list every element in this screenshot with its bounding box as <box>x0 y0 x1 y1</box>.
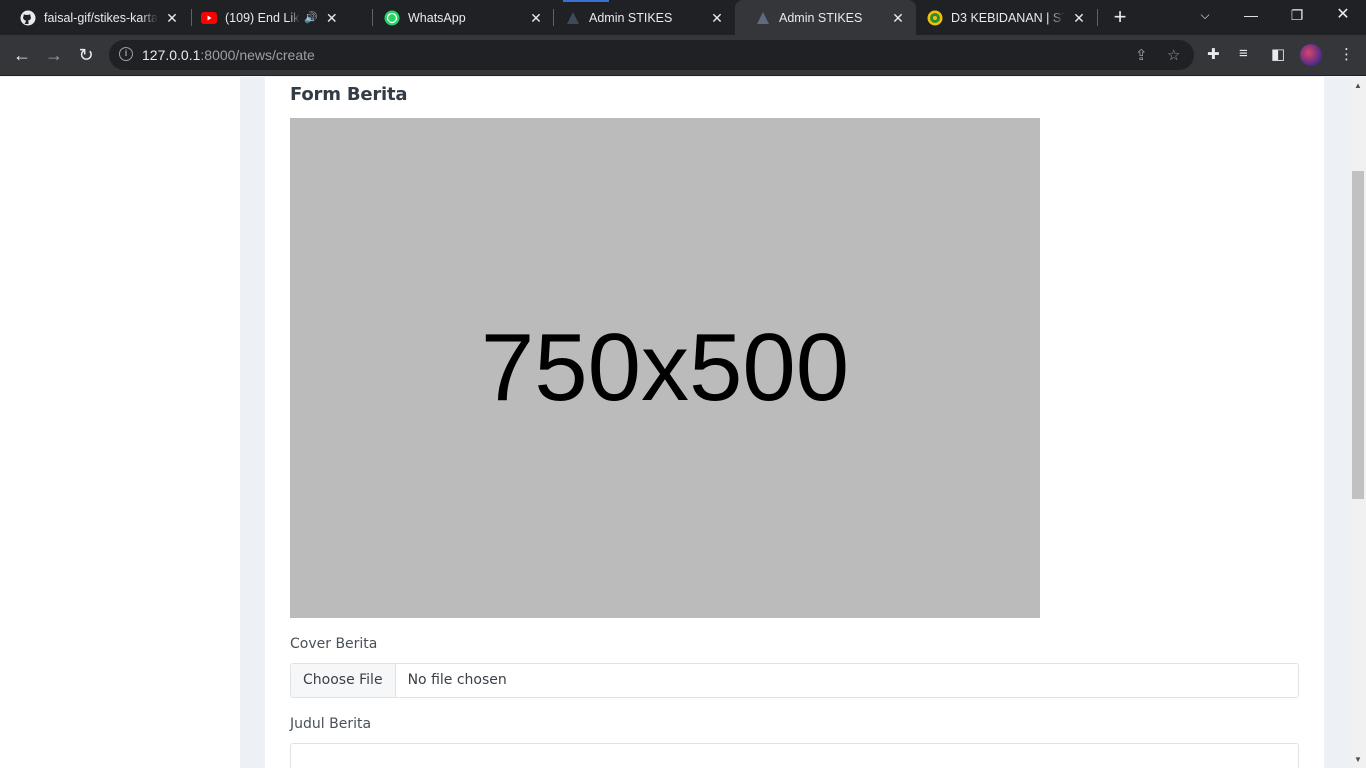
file-status-text: No file chosen <box>407 672 507 688</box>
tab-d3-kebidanan[interactable]: D3 KEBIDANAN | STIKES ✕ <box>907 0 1097 35</box>
judul-input[interactable] <box>290 743 1299 768</box>
tab-title: faisal-gif/stikes-kartas <box>44 10 158 25</box>
close-icon[interactable]: ✕ <box>324 10 340 26</box>
browser-toolbar: ← → ↻ i 127.0.0.1:8000/news/create ⇪ ☆ ✚… <box>0 35 1366 76</box>
stikes-logo-icon <box>927 10 943 26</box>
bookmark-star-icon[interactable]: ☆ <box>1167 46 1180 64</box>
extensions-puzzle-icon[interactable]: ✚ <box>1207 45 1220 63</box>
cover-image-preview: 750x500 <box>290 118 1040 618</box>
stikes-icon <box>565 10 581 26</box>
address-bar[interactable]: i 127.0.0.1:8000/news/create ⇪ ☆ <box>109 40 1194 70</box>
menu-dots-icon[interactable]: ⋮ <box>1339 45 1354 63</box>
side-panel-icon[interactable]: ◧ <box>1271 45 1285 63</box>
tab-whatsapp[interactable]: WhatsApp ✕ <box>364 0 554 35</box>
speaker-icon[interactable]: 🔊 <box>304 11 318 24</box>
close-icon[interactable]: ✕ <box>1071 10 1087 26</box>
tab-title: WhatsApp <box>408 10 466 25</box>
site-info-icon[interactable]: i <box>119 47 133 61</box>
tab-github[interactable]: faisal-gif/stikes-kartas ✕ <box>0 0 190 35</box>
tab-title: (109) End Like This <box>225 10 300 25</box>
close-icon[interactable]: ✕ <box>709 10 725 26</box>
new-tab-button[interactable]: + <box>1108 5 1132 29</box>
url-path: :8000/news/create <box>200 47 315 63</box>
tab-admin-stikes-active[interactable]: Admin STIKES ✕ <box>735 0 916 35</box>
restore-button[interactable]: ❐ <box>1274 0 1320 30</box>
url-text[interactable]: 127.0.0.1:8000/news/create <box>142 47 315 63</box>
media-control-icon[interactable]: ≡ <box>1239 45 1248 62</box>
scroll-down-arrow-icon[interactable]: ▼ <box>1350 755 1366 764</box>
share-icon[interactable]: ⇪ <box>1135 46 1148 64</box>
profile-avatar[interactable] <box>1300 44 1322 66</box>
tab-separator <box>1097 9 1098 26</box>
whatsapp-icon <box>384 10 400 26</box>
tab-youtube[interactable]: (109) End Like This 🔊 ✕ <box>181 0 371 35</box>
sidebar <box>0 77 240 768</box>
judul-label: Judul Berita <box>290 716 372 732</box>
close-icon[interactable]: ✕ <box>164 10 180 26</box>
close-icon[interactable]: ✕ <box>528 10 544 26</box>
image-placeholder-text: 750x500 <box>480 314 850 421</box>
tab-strip: faisal-gif/stikes-kartas ✕ (109) End Lik… <box>0 0 1366 35</box>
github-icon <box>20 10 36 26</box>
tab-title: Admin STIKES <box>779 10 863 25</box>
close-icon[interactable]: ✕ <box>890 10 906 26</box>
tab-title: D3 KEBIDANAN | STIKES <box>951 10 1065 25</box>
scroll-thumb[interactable] <box>1352 171 1364 499</box>
tab-search-chevron-icon[interactable]: ⌵ <box>1182 0 1228 30</box>
back-arrow-icon[interactable]: ← <box>8 41 36 69</box>
page-scrollbar[interactable]: ▲ ▼ <box>1350 77 1366 768</box>
close-window-button[interactable]: ✕ <box>1320 0 1366 30</box>
cover-file-input[interactable]: Choose File No file chosen <box>290 663 1299 698</box>
reload-icon[interactable]: ↻ <box>72 41 100 69</box>
choose-file-button[interactable]: Choose File <box>291 664 396 697</box>
tab-admin-stikes[interactable]: Admin STIKES ✕ <box>545 0 735 35</box>
cover-label: Cover Berita <box>290 636 378 652</box>
page-viewport: Form Berita 750x500 Cover Berita Choose … <box>0 77 1350 768</box>
url-host: 127.0.0.1 <box>142 47 201 63</box>
youtube-icon <box>201 10 217 26</box>
form-title: Form Berita <box>290 84 408 105</box>
tab-title: Admin STIKES <box>589 10 673 25</box>
minimize-button[interactable]: — <box>1228 0 1274 30</box>
forward-arrow-icon[interactable]: → <box>40 41 68 69</box>
stikes-icon <box>755 10 771 26</box>
tab-loading-bar <box>563 0 609 2</box>
scroll-up-arrow-icon[interactable]: ▲ <box>1350 81 1366 90</box>
